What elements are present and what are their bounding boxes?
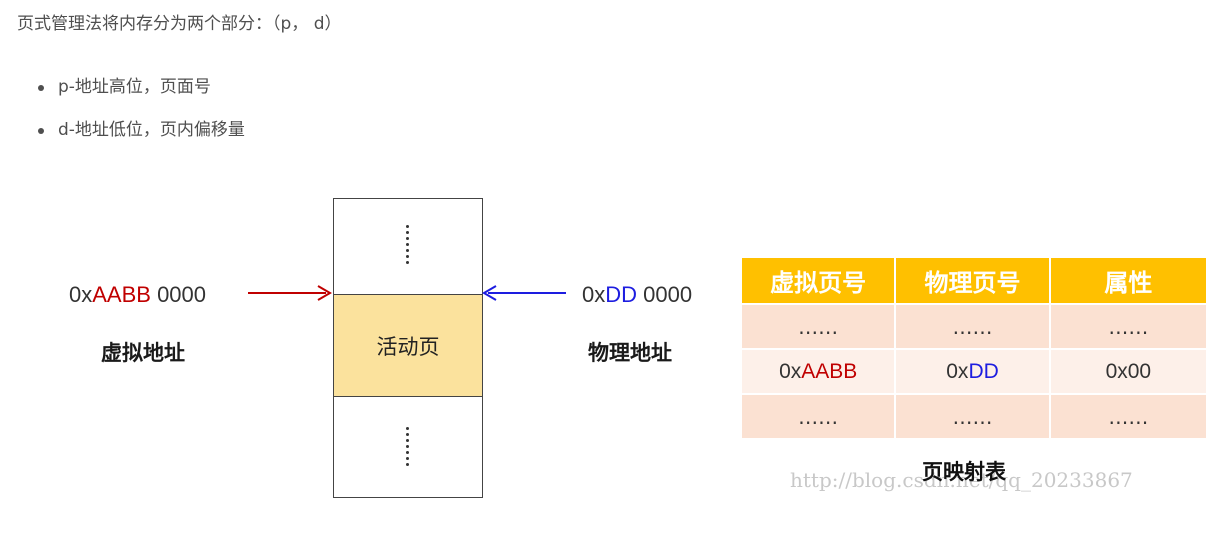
table-row: …… …… …… bbox=[742, 393, 1207, 438]
virtual-page-value: AABB bbox=[801, 359, 858, 383]
table-cell: …… bbox=[896, 303, 1049, 348]
table-row: …… …… …… bbox=[742, 303, 1207, 348]
table-cell: …… bbox=[742, 393, 895, 438]
hex-prefix: 0x bbox=[946, 359, 969, 383]
table-cell-virtual: 0x AABB bbox=[742, 348, 895, 393]
table-cell: …… bbox=[1050, 393, 1207, 438]
table-cell-attributes: 0x00 bbox=[1050, 348, 1207, 393]
physical-page-value: DD bbox=[968, 359, 999, 383]
table-cell: …… bbox=[896, 393, 1049, 438]
table-row: 0x AABB 0x DD 0x00 bbox=[742, 348, 1207, 393]
table-cell: …… bbox=[1050, 303, 1207, 348]
table-cell-physical: 0x DD bbox=[896, 348, 1049, 393]
header-virtual-page: 虚拟页号 bbox=[742, 258, 895, 303]
page-mapping-table: 虚拟页号 物理页号 属性 …… …… …… 0x AABB 0x DD 0x00 …… bbox=[742, 258, 1207, 438]
blue-arrow-icon bbox=[482, 285, 566, 301]
table-cell: …… bbox=[742, 303, 895, 348]
header-physical-page: 物理页号 bbox=[896, 258, 1049, 303]
header-attributes: 属性 bbox=[1050, 258, 1207, 303]
red-arrow-icon bbox=[248, 285, 332, 301]
hex-prefix: 0x bbox=[779, 359, 802, 383]
table-caption: 页映射表 bbox=[922, 460, 1006, 484]
table-header-row: 虚拟页号 物理页号 属性 bbox=[742, 258, 1207, 303]
